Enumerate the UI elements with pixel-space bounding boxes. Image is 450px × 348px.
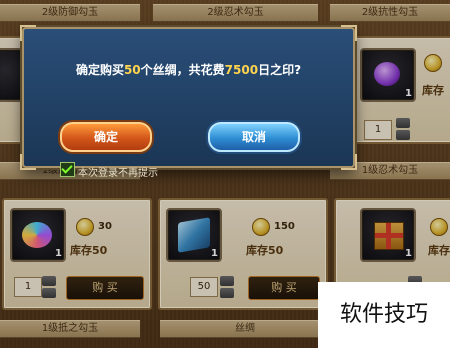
purchase-confirm-dialog: 确定购买50个丝绸，共花费7500日之印? 确定 取消 本次登录不再提示: [20, 25, 357, 179]
dialog-message: 确定购买50个丝绸，共花费7500日之印?: [24, 61, 353, 78]
cancel-button[interactable]: 取消: [208, 122, 300, 152]
corner-ornament: [20, 154, 36, 170]
message-prefix: 确定购买: [75, 63, 124, 77]
message-middle: 个丝绸，共花费: [140, 63, 225, 77]
watermark: 软件技巧: [318, 282, 450, 348]
corner-ornament: [20, 25, 36, 41]
message-suffix: 日之印?: [258, 63, 302, 77]
no-prompt-label: 本次登录不再提示: [78, 168, 158, 179]
corner-ornament: [341, 154, 357, 170]
corner-ornament: [341, 25, 357, 41]
confirm-button[interactable]: 确定: [60, 122, 152, 152]
no-prompt-checkbox[interactable]: [60, 162, 75, 177]
purchase-cost: 7500: [224, 63, 259, 77]
purchase-quantity: 50: [123, 63, 141, 77]
